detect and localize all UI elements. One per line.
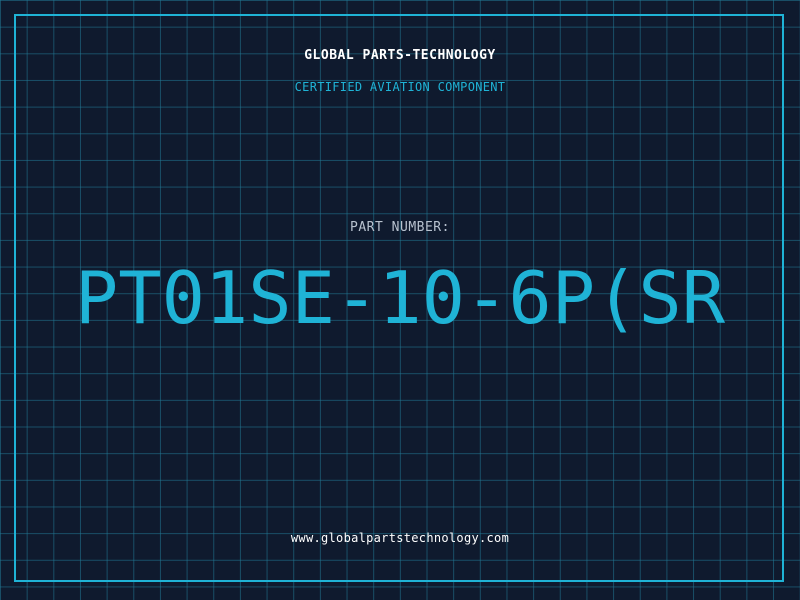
part-number-label: PART NUMBER: — [350, 220, 450, 235]
certification-tagline: CERTIFIED AVIATION COMPONENT — [294, 80, 506, 94]
website-url: www.globalpartstechnology.com — [290, 531, 510, 545]
part-number-value: PT01SE-10-6P(SR — [74, 258, 726, 338]
company-name: GLOBAL PARTS-TECHNOLOGY — [304, 48, 496, 63]
